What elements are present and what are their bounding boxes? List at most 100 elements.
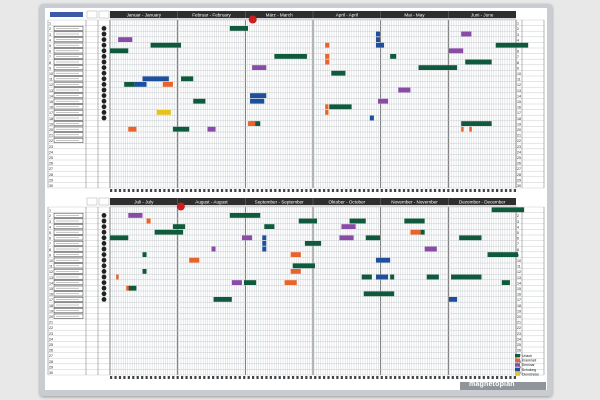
top-planning-magnet-blue[interactable] [142,76,169,82]
top-planning-magnet-yellow[interactable] [156,110,171,115]
bottom-planning-magnet-purple[interactable] [231,280,242,285]
top-planning-magnet-dark_green[interactable] [229,26,249,31]
top-planning-magnet-dark_green[interactable] [418,65,458,70]
top-planning-magnet-dark_green[interactable] [110,48,129,54]
top-today-pin-magnet[interactable] [248,15,257,24]
bottom-status-dot-magnet[interactable] [101,274,107,280]
bottom-status-dot-magnet[interactable] [101,297,107,302]
bottom-planning-magnet-dark_green[interactable] [110,235,129,241]
bottom-planning-magnet-orange[interactable] [290,269,301,274]
bottom-planning-magnet-dark_green[interactable] [491,207,525,213]
top-planning-magnet-purple[interactable] [252,65,267,70]
top-status-dot-magnet[interactable] [101,93,107,98]
top-status-dot-magnet[interactable] [101,82,107,87]
bottom-planning-magnet-dark_green[interactable] [243,280,257,285]
top-planning-magnet-blue[interactable] [375,31,380,37]
top-planning-magnet-purple[interactable] [461,31,472,37]
bottom-planning-magnet-blue[interactable] [375,274,389,280]
top-status-dot-magnet[interactable] [101,110,107,115]
top-planning-magnet-purple[interactable] [207,126,216,132]
bottom-status-dot-magnet[interactable] [101,224,107,230]
top-status-dot-magnet[interactable] [101,54,107,59]
bottom-status-dot-magnet[interactable] [101,241,107,246]
top-planning-magnet-dark_green[interactable] [465,59,492,65]
top-planning-magnet-orange[interactable] [469,126,472,132]
top-planning-magnet-blue[interactable] [375,42,385,48]
top-status-dot-magnet[interactable] [101,65,107,70]
bottom-planning-magnet-orange[interactable] [410,229,421,235]
bottom-status-dot-magnet[interactable] [101,246,107,252]
bottom-planning-magnet-purple[interactable] [341,224,356,229]
bottom-planning-magnet-blue[interactable] [262,241,267,246]
top-planning-magnet-orange[interactable] [325,59,330,65]
top-planning-magnet-purple[interactable] [377,98,389,104]
bottom-planning-magnet-blue[interactable] [262,235,267,241]
bottom-planning-magnet-blue[interactable] [262,246,267,252]
bottom-planning-magnet-dark_green[interactable] [172,224,186,229]
top-planning-magnet-orange[interactable] [128,126,137,132]
top-status-dot-magnet[interactable] [101,76,107,82]
bottom-planning-magnet-dark_green[interactable] [229,213,261,218]
bottom-status-dot-magnet[interactable] [101,263,107,269]
bottom-status-dot-magnet[interactable] [101,291,107,297]
bottom-status-dot-magnet[interactable] [101,280,107,285]
bottom-planning-magnet-dark_green[interactable] [426,274,439,280]
bottom-planning-magnet-dark_green[interactable] [390,274,395,280]
bottom-planning-magnet-dark_green[interactable] [264,224,275,229]
bottom-planning-magnet-dark_green[interactable] [213,297,232,302]
bottom-planning-magnet-purple[interactable] [339,235,354,241]
bottom-planning-magnet-dark_green[interactable] [501,280,510,285]
bottom-planning-magnet-orange[interactable] [290,252,301,257]
bottom-planning-magnet-dark_green[interactable] [298,218,318,224]
top-planning-magnet-orange[interactable] [325,110,329,115]
bottom-planning-magnet-orange[interactable] [116,274,119,280]
bottom-planning-magnet-purple[interactable] [128,213,143,218]
top-planning-magnet-orange[interactable] [248,121,256,126]
bottom-planning-magnet-dark_green[interactable] [142,252,147,257]
bottom-planning-magnet-purple[interactable] [424,246,437,252]
top-planning-magnet-purple[interactable] [118,37,133,42]
top-status-dot-magnet[interactable] [101,115,107,121]
top-planning-magnet-purple[interactable] [398,87,411,93]
top-planning-magnet-blue[interactable] [375,37,380,42]
bottom-status-dot-magnet[interactable] [101,218,107,224]
bottom-planning-magnet-dark_green[interactable] [154,229,184,235]
bottom-planning-magnet-dark_green[interactable] [361,274,372,280]
top-planning-magnet-orange[interactable] [325,42,330,48]
bottom-planning-magnet-orange[interactable] [284,280,297,285]
bottom-status-dot-magnet[interactable] [101,257,107,263]
bottom-planning-magnet-dark_green[interactable] [459,235,482,241]
bottom-planning-magnet-dark_green[interactable] [404,218,425,224]
top-planning-magnet-dark_green[interactable] [461,121,492,126]
bottom-status-dot-magnet[interactable] [101,235,107,241]
bottom-status-dot-magnet[interactable] [101,229,107,235]
top-status-dot-magnet[interactable] [101,87,107,93]
bottom-planning-magnet-dark_green[interactable] [349,218,366,224]
bottom-planning-magnet-dark_green[interactable] [420,229,425,235]
top-status-dot-magnet[interactable] [101,37,107,42]
bottom-status-dot-magnet[interactable] [101,285,107,291]
bottom-planning-magnet-orange[interactable] [189,257,200,263]
top-planning-magnet-blue[interactable] [134,82,147,87]
top-planning-magnet-blue[interactable] [250,93,267,98]
top-planning-magnet-dark_green[interactable] [331,70,346,76]
top-planning-magnet-blue[interactable] [369,115,374,121]
top-planning-magnet-orange[interactable] [162,82,173,87]
top-planning-magnet-dark_green[interactable] [172,126,190,132]
top-status-dot-magnet[interactable] [101,104,107,110]
top-planning-magnet-blue[interactable] [250,98,265,104]
top-status-dot-magnet[interactable] [101,31,107,37]
top-planning-magnet-dark_green[interactable] [390,54,397,59]
top-planning-magnet-dark_green[interactable] [124,82,135,87]
top-planning-magnet-dark_green[interactable] [329,104,352,110]
bottom-planning-magnet-dark_green[interactable] [451,274,482,280]
bottom-planning-magnet-orange[interactable] [146,218,151,224]
bottom-status-dot-magnet[interactable] [101,252,107,257]
top-status-dot-magnet[interactable] [101,70,107,76]
bottom-planning-magnet-dark_green[interactable] [142,269,147,274]
top-planning-magnet-orange[interactable] [461,126,464,132]
top-planning-magnet-dark_green[interactable] [181,76,194,82]
bottom-planning-magnet-dark_green[interactable] [487,252,519,257]
bottom-planning-magnet-purple[interactable] [241,235,253,241]
top-planning-magnet-orange[interactable] [325,104,329,110]
